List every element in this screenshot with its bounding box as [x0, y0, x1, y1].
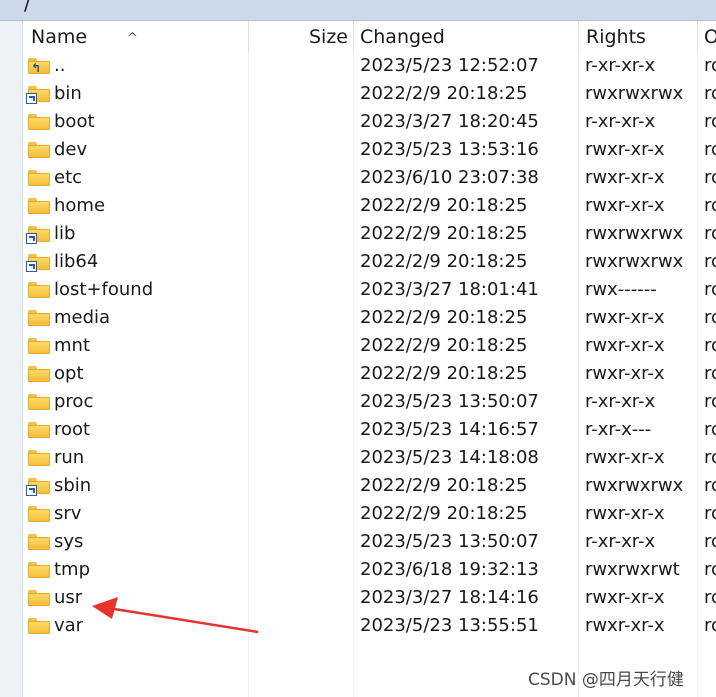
annotation-arrow-head [92, 597, 118, 619]
annotation-arrow [92, 597, 259, 634]
annotation-arrow-line [107, 606, 259, 634]
watermark: CSDN @四月天行健 [528, 670, 684, 690]
